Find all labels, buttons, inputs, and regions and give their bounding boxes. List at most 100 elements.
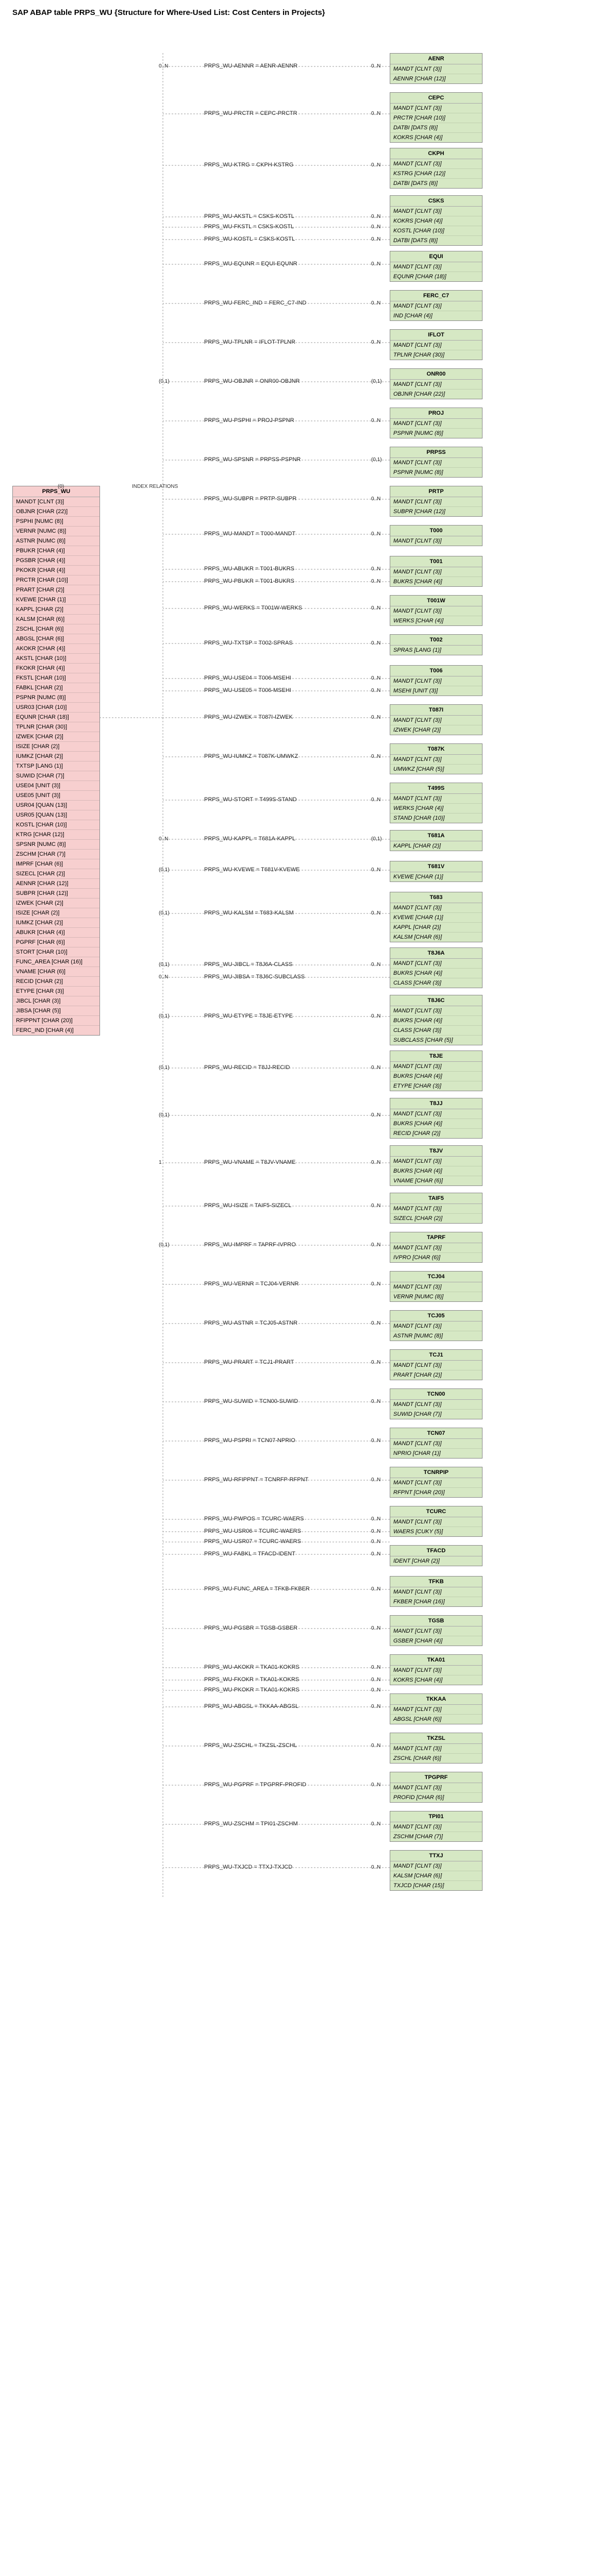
- target-table: T8JVMANDT [CLNT (3)]BUKRS [CHAR (4)]VNAM…: [390, 1145, 483, 1186]
- target-table-title: PRTP: [390, 486, 482, 497]
- target-field: MANDT [CLNT (3)]: [390, 497, 482, 507]
- main-field: MANDT [CLNT (3)]: [13, 497, 99, 507]
- target-field: MANDT [CLNT (3)]: [390, 1321, 482, 1331]
- target-field: KAPPL [CHAR (2)]: [390, 923, 482, 933]
- main-table: PRPS_WU MANDT [CLNT (3)]OBJNR [CHAR (22)…: [12, 486, 100, 1036]
- cardinality-right: 0..N: [371, 867, 380, 873]
- cardinality-right: 0..N: [371, 1687, 380, 1693]
- target-table: TKKAAMANDT [CLNT (3)]ABGSL [CHAR (6)]: [390, 1693, 483, 1724]
- main-table-title: PRPS_WU: [13, 486, 99, 497]
- relation-label: PRPS_WU-PWPOS = TCURC-WAERS: [204, 1516, 304, 1522]
- target-table: TCJ04MANDT [CLNT (3)]VERNR [NUMC (8)]: [390, 1271, 483, 1302]
- target-table: T087IMANDT [CLNT (3)]IZWEK [CHAR (2)]: [390, 704, 483, 735]
- main-field: USE05 [UNIT (3)]: [13, 791, 99, 801]
- relation-label: PRPS_WU-IUMKZ = T087K-UMWKZ: [204, 753, 298, 759]
- target-table: TTXJMANDT [CLNT (3)]KALSM [CHAR (6)]TXJC…: [390, 1850, 483, 1891]
- target-table-title: PRPSS: [390, 447, 482, 458]
- relation-label: PRPS_WU-EQUNR = EQUI-EQUNR: [204, 261, 297, 267]
- main-field: ETYPE [CHAR (3)]: [13, 987, 99, 996]
- target-field: MANDT [CLNT (3)]: [390, 341, 482, 350]
- relation-label: PRPS_WU-ABUKR = T001-BUKRS: [204, 566, 294, 572]
- main-field: RECID [CHAR (2)]: [13, 977, 99, 987]
- target-field: VNAME [CHAR (6)]: [390, 1176, 482, 1185]
- relation-label: PRPS_WU-FERC_IND = FERC_C7-IND: [204, 300, 306, 306]
- target-field: BUKRS [CHAR (4)]: [390, 577, 482, 586]
- relation-label: PRPS_WU-VERNR = TCJ04-VERNR: [204, 1281, 298, 1287]
- relation-label: PRPS_WU-PKOKR = TKA01-KOKRS: [204, 1687, 300, 1693]
- target-field: MANDT [CLNT (3)]: [390, 755, 482, 765]
- relation-label: PRPS_WU-USE05 = T006-MSEHI: [204, 687, 291, 693]
- relation-label: PRPS_WU-SPSNR = PRPSS-PSPNR: [204, 456, 301, 463]
- target-field: MANDT [CLNT (3)]: [390, 1861, 482, 1871]
- main-field: USR03 [CHAR (10)]: [13, 703, 99, 713]
- relation-label: PRPS_WU-IMPRF = TAPRF-IVPRO: [204, 1242, 296, 1248]
- target-field: MANDT [CLNT (3)]: [390, 1204, 482, 1214]
- target-table-title: T001W: [390, 596, 482, 606]
- target-field: ASTNR [NUMC (8)]: [390, 1331, 482, 1341]
- relation-label: PRPS_WU-PGSBR = TGSB-GSBER: [204, 1625, 297, 1631]
- target-field: WERKS [CHAR (4)]: [390, 804, 482, 814]
- cardinality-right: 0..N: [371, 531, 380, 537]
- cardinality-right: 0..N: [371, 579, 380, 584]
- target-field: EQUNR [CHAR (18)]: [390, 272, 482, 281]
- cardinality-left: (0,1): [159, 1065, 170, 1071]
- relation-label: PRPS_WU-SUWID = TCN00-SUWID: [204, 1398, 298, 1404]
- target-table: PRTPMANDT [CLNT (3)]SUBPR [CHAR (12)]: [390, 486, 483, 517]
- relation-label: PRPS_WU-TXTSP = T002-SPRAS: [204, 640, 293, 646]
- target-field: KSTRG [CHAR (12)]: [390, 169, 482, 179]
- target-field: MANDT [CLNT (3)]: [390, 536, 482, 546]
- cardinality-right: 0..N: [371, 214, 380, 219]
- target-table-title: T8JE: [390, 1051, 482, 1062]
- target-field: SPRAS [LANG (1)]: [390, 646, 482, 655]
- main-field: ASTNR [NUMC (8)]: [13, 536, 99, 546]
- main-field: AKSTL [CHAR (10)]: [13, 654, 99, 664]
- main-field: EQUNR [CHAR (18)]: [13, 713, 99, 722]
- target-table: TCJ05MANDT [CLNT (3)]ASTNR [NUMC (8)]: [390, 1310, 483, 1341]
- main-field: FABKL [CHAR (2)]: [13, 683, 99, 693]
- cardinality-right: 0..N: [371, 675, 380, 681]
- relation-label: PRPS_WU-MANDT = T000-MANDT: [204, 531, 295, 537]
- cardinality-right: 0..N: [371, 236, 380, 242]
- cardinality-left: (0,1): [159, 1112, 170, 1118]
- cardinality-right: 0..N: [371, 1477, 380, 1483]
- target-field: IND [CHAR (4)]: [390, 311, 482, 320]
- cardinality-right: 0..N: [371, 300, 380, 306]
- main-field: ISIZE [CHAR (2)]: [13, 742, 99, 752]
- main-field: KOSTL [CHAR (10)]: [13, 820, 99, 830]
- main-field: TXTSP [LANG (1)]: [13, 761, 99, 771]
- main-field: ABGSL [CHAR (6)]: [13, 634, 99, 644]
- target-field: PRCTR [CHAR (10)]: [390, 113, 482, 123]
- target-field: MANDT [CLNT (3)]: [390, 1400, 482, 1410]
- relation-label: PRPS_WU-RECID = T8JJ-RECID: [204, 1064, 290, 1071]
- main-field: PSPHI [NUMC (8)]: [13, 517, 99, 527]
- cardinality-left: (0,1): [159, 867, 170, 873]
- relation-label: PRPS_WU-USR07 = TCURC-WAERS: [204, 1538, 301, 1545]
- cardinality-left: 0..N: [159, 974, 168, 980]
- target-field: SUBCLASS [CHAR (5)]: [390, 1036, 482, 1045]
- target-table-title: T681V: [390, 861, 482, 872]
- relation-label: PRPS_WU-PGPRF = TPGPRF-PROFID: [204, 1782, 306, 1788]
- main-field: STORT [CHAR (10)]: [13, 947, 99, 957]
- relation-label: PRPS_WU-RFIPPNT = TCNRFP-RFPNT: [204, 1477, 308, 1483]
- cardinality-left: (0,1): [159, 379, 170, 384]
- target-table: AENRMANDT [CLNT (3)]AENNR [CHAR (12)]: [390, 53, 483, 84]
- cardinality-right: (0,1): [371, 457, 382, 463]
- target-field: MANDT [CLNT (3)]: [390, 1705, 482, 1715]
- relation-label: PRPS_WU-FUNC_AREA = TFKB-FKBER: [204, 1586, 310, 1592]
- cardinality-right: 0..N: [371, 1551, 380, 1557]
- cardinality-left: (0,1): [159, 910, 170, 916]
- target-field: MANDT [CLNT (3)]: [390, 1478, 482, 1488]
- target-field: MANDT [CLNT (3)]: [390, 794, 482, 804]
- main-field: IUMKZ [CHAR (2)]: [13, 918, 99, 928]
- target-field: BUKRS [CHAR (4)]: [390, 1119, 482, 1129]
- target-field: MANDT [CLNT (3)]: [390, 716, 482, 725]
- target-table: TFACDIDENT [CHAR (2)]: [390, 1545, 483, 1566]
- relation-label: PRPS_WU-JIBSA = T8J6C-SUBCLASS: [204, 974, 305, 980]
- cardinality-right: 0..N: [371, 1438, 380, 1444]
- target-field: MANDT [CLNT (3)]: [390, 1109, 482, 1119]
- main-field: JIBSA [CHAR (5)]: [13, 1006, 99, 1016]
- relation-label: PRPS_WU-FABKL = TFACD-IDENT: [204, 1551, 295, 1557]
- relation-label: PRPS_WU-JIBCL = T8J6A-CLASS: [204, 961, 292, 968]
- target-field: TXJCD [CHAR (15)]: [390, 1881, 482, 1890]
- cardinality-right: 0..N: [371, 111, 380, 116]
